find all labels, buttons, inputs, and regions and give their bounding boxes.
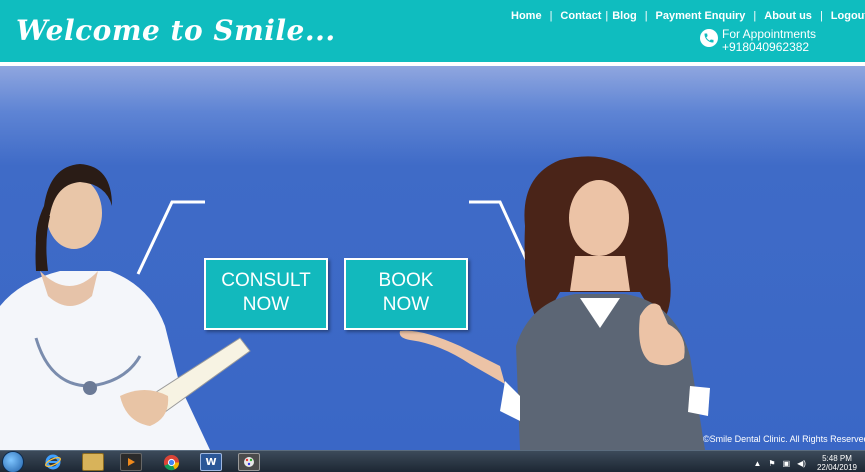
book-now-label-line1: BOOK xyxy=(378,270,434,291)
start-orb-icon[interactable] xyxy=(2,451,24,472)
book-now-label-line2: NOW xyxy=(382,294,430,315)
media-player-icon[interactable] xyxy=(120,453,142,471)
volume-icon[interactable]: ◀) xyxy=(797,459,806,468)
nav-separator: | xyxy=(605,10,609,22)
connector-line-left xyxy=(136,200,205,275)
nav-separator: | xyxy=(644,10,648,22)
main-nav: Home | Contact | Blog | Payment Enquiry … xyxy=(511,10,865,22)
site-brand-title[interactable]: Welcome to Smile... xyxy=(16,14,336,47)
book-now-button[interactable]: BOOK NOW xyxy=(344,258,468,330)
chrome-icon[interactable] xyxy=(160,453,182,471)
clock-time: 5:48 PM xyxy=(822,454,852,463)
clock[interactable]: 5:48 PM 22/04/2019 xyxy=(817,454,857,472)
consult-now-label-line1: CONSULT xyxy=(221,270,311,291)
nav-blog[interactable]: Blog xyxy=(612,10,636,22)
clock-date: 22/04/2019 xyxy=(816,463,857,472)
nav-separator: | xyxy=(819,10,823,22)
appointment-phone[interactable]: +918040962382 xyxy=(722,41,816,54)
nav-payment-enquiry[interactable]: Payment Enquiry xyxy=(656,10,746,22)
nav-about-us[interactable]: About us xyxy=(764,10,812,22)
nav-contact[interactable]: Contact xyxy=(560,10,601,22)
phone-icon xyxy=(700,29,718,47)
show-hidden-icons-icon[interactable]: ▲ xyxy=(753,459,761,468)
nav-logout[interactable]: Logout xyxy=(831,10,865,22)
nav-separator: | xyxy=(549,10,553,22)
connector-line-right xyxy=(469,200,534,273)
nav-separator: | xyxy=(753,10,757,22)
paint-icon[interactable] xyxy=(238,453,260,471)
consult-now-label-line2: NOW xyxy=(242,294,290,315)
site-header: Welcome to Smile... Home | Contact | Blo… xyxy=(0,0,865,62)
consult-now-button[interactable]: CONSULT NOW xyxy=(204,258,328,330)
internet-explorer-icon[interactable] xyxy=(42,453,64,471)
os-taskbar: W ▲ ⚑ ▣ ◀) 5:48 PM 22/04/2019 xyxy=(0,450,865,472)
hero-banner: CONSULT NOW BOOK NOW xyxy=(0,66,865,450)
file-explorer-icon[interactable] xyxy=(82,453,104,471)
network-icon[interactable]: ▣ xyxy=(783,459,791,468)
action-center-flag-icon[interactable]: ⚑ xyxy=(768,459,775,468)
system-tray: ▲ ⚑ ▣ ◀) 5:48 PM 22/04/2019 xyxy=(753,454,857,472)
word-icon[interactable]: W xyxy=(200,453,222,471)
appointment-contact: For Appointments +918040962382 xyxy=(700,28,816,54)
nav-home[interactable]: Home xyxy=(511,10,542,22)
copyright-text: ©Smile Dental Clinic. All Rights Reserve… xyxy=(703,434,865,444)
